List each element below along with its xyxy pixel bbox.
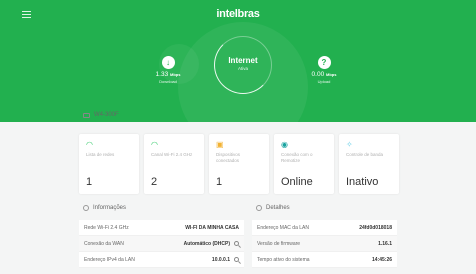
upload-rate: ? 0.00 Mbps Upload — [289, 56, 359, 84]
row-label: Tempo ativo do sistema — [257, 256, 310, 263]
table-row: Rede Wi-Fi 2.4 GHz WI-FI DA MINHA CASA — [79, 220, 244, 236]
card-band-control[interactable]: ✧ Controle de banda Inativo — [339, 134, 399, 194]
table-row: Conexão da WAN Automático (DHCP) — [79, 236, 244, 252]
card-label: Conexão com o Remotize — [281, 152, 313, 163]
row-value: 14:45:26 — [371, 256, 392, 263]
table-row: Versão de firmware 1.16.1 — [252, 236, 397, 252]
brand-logo: intelbras — [216, 8, 260, 20]
internet-status-ring — [214, 36, 272, 94]
row-value: 10.0.0.1 — [211, 256, 230, 263]
card-label: Canal Wi-Fi 2.4 GHz — [151, 152, 193, 157]
card-network-list[interactable]: ◠ Lista de redes 1 — [79, 134, 139, 194]
download-value: 1.33 — [155, 71, 169, 78]
top-banner: intelbras Internet Ativa ↓ 1.33 Mbps Dow… — [0, 0, 476, 122]
upload-unit: Mbps — [326, 72, 337, 77]
download-unit: Mbps — [170, 72, 181, 77]
row-label: Rede Wi-Fi 2.4 GHz — [84, 224, 129, 231]
internet-status: Ativa — [237, 66, 248, 71]
info-section-title: Informações — [83, 205, 126, 211]
card-label: Lista de redes — [86, 152, 115, 157]
table-row: Tempo ativo do sistema 14:45:26 — [252, 252, 397, 268]
card-value: 2 — [151, 176, 158, 188]
row-value: 1.16.1 — [378, 240, 392, 247]
wifi-icon: ◠ — [151, 140, 158, 149]
search-icon[interactable] — [234, 257, 239, 262]
internet-title: Internet — [228, 56, 258, 65]
download-label: Download — [159, 79, 177, 84]
row-value: 24fd0d018018 — [359, 224, 392, 231]
details-icon — [256, 205, 262, 211]
card-value: Online — [281, 176, 313, 188]
card-wifi-channel[interactable]: ◠ Canal Wi-Fi 2.4 GHz 2 — [144, 134, 204, 194]
details-title-label: Detalhes — [266, 205, 290, 211]
card-value: Inativo — [346, 176, 379, 188]
router-icon — [83, 112, 90, 118]
device-model-label: W4-300F — [94, 112, 119, 118]
card-label: Controle de banda — [346, 152, 384, 157]
row-label: Versão de firmware — [257, 240, 301, 247]
info-icon — [83, 205, 89, 211]
card-value: 1 — [86, 176, 93, 188]
row-value: Automático (DHCP) — [183, 240, 230, 247]
row-label: Endereço IPv4 da LAN — [84, 256, 135, 263]
card-value: 1 — [216, 176, 223, 188]
download-icon: ↓ — [161, 56, 175, 69]
info-table: Rede Wi-Fi 2.4 GHz WI-FI DA MINHA CASA C… — [79, 220, 244, 268]
row-value: WI-FI DA MINHA CASA — [185, 224, 239, 231]
table-row: Endereço MAC da LAN 24fd0d018018 — [252, 220, 397, 236]
card-label: Dispositivos conectados — [216, 152, 241, 163]
upload-value: 0.00 — [311, 71, 325, 78]
card-connected-devices[interactable]: ▣ Dispositivos conectados 1 — [209, 134, 269, 194]
upload-label: Upload — [317, 79, 331, 84]
details-table: Endereço MAC da LAN 24fd0d018018 Versão … — [252, 220, 397, 268]
card-remotize[interactable]: ◉ Conexão com o Remotize Online — [274, 134, 334, 194]
devices-icon: ▣ — [216, 140, 224, 149]
table-row: Endereço IPv4 da LAN 10.0.0.1 — [79, 252, 244, 268]
download-rate: ↓ 1.33 Mbps Download — [133, 56, 203, 84]
remotize-icon: ◉ — [281, 140, 288, 149]
search-icon[interactable] — [234, 241, 239, 246]
row-label: Endereço MAC da LAN — [257, 224, 309, 231]
band-control-icon: ✧ — [346, 140, 353, 149]
upload-icon: ? — [317, 56, 331, 69]
wifi-icon: ◠ — [86, 140, 93, 149]
details-section-title: Detalhes — [256, 205, 290, 211]
info-title-label: Informações — [93, 205, 127, 211]
status-cards: ◠ Lista de redes 1 ◠ Canal Wi-Fi 2.4 GHz… — [79, 134, 399, 194]
device-model: W4-300F — [83, 112, 119, 118]
row-label: Conexão da WAN — [84, 240, 124, 247]
